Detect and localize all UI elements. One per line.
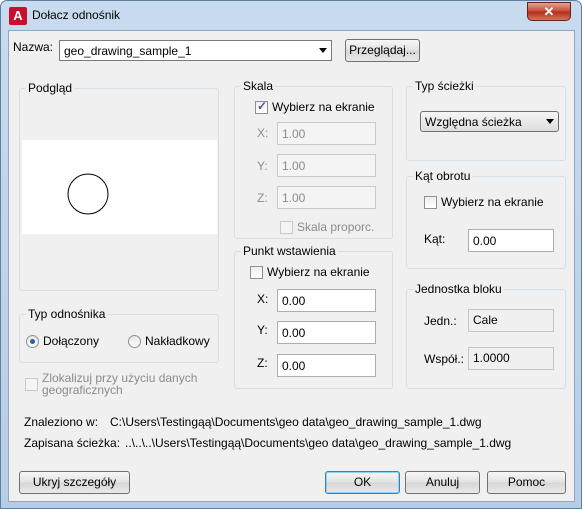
checkmark-icon: ✓ — [257, 99, 268, 113]
autocad-app-icon: A — [9, 7, 27, 25]
title-bar[interactable]: A Dołacz odnośnik ✕ — [1, 1, 581, 30]
window-title: Dołacz odnośnik — [32, 8, 121, 22]
name-dropdown-value: geo_drawing_sample_1 — [64, 44, 192, 58]
chevron-down-icon — [319, 48, 327, 53]
saved-path-label: Zapisana ścieżka: — [24, 436, 121, 450]
overlay-radio[interactable] — [128, 335, 141, 348]
insertion-y-value: 0.00 — [282, 326, 306, 340]
scale-z-label: Z: — [257, 191, 268, 205]
hide-details-button[interactable]: Ukryj szczegóły — [19, 471, 130, 494]
unit-value-box: Cale — [468, 309, 554, 332]
unit-label: Jedn.: — [424, 314, 457, 328]
attachment-radio[interactable] — [26, 335, 39, 348]
browse-button[interactable]: Przeglądaj... — [345, 39, 420, 62]
path-type-group: Typ ścieżki Względna ścieżka — [406, 79, 566, 161]
path-type-dropdown[interactable]: Względna ścieżka — [420, 111, 559, 132]
insertion-y-label: Y: — [257, 323, 268, 337]
scale-group-title: Skala — [241, 79, 276, 93]
preview-group-title: Podgląd — [26, 81, 75, 95]
chevron-down-icon — [546, 119, 554, 124]
scale-specify-checkbox[interactable]: ✓ — [255, 99, 268, 114]
unit-value: Cale — [473, 313, 498, 327]
preview-group: Podgląd — [19, 81, 219, 291]
angle-field[interactable]: 0.00 — [468, 229, 554, 252]
scale-x-value: 1.00 — [282, 127, 306, 141]
scale-y-label: Y: — [257, 159, 268, 173]
preview-image — [22, 140, 217, 234]
rotation-specify-label[interactable]: Wybierz na ekranie — [441, 195, 544, 209]
name-dropdown[interactable]: geo_drawing_sample_1 — [59, 40, 332, 61]
dialog-window: A Dołacz odnośnik ✕ Nazwa: geo_drawing_s… — [0, 0, 582, 509]
uniform-scale-checkbox[interactable] — [280, 221, 293, 234]
factor-value: 1.0000 — [473, 351, 510, 365]
scale-group: Skala ✓ Wybierz na ekranie X: 1.00 Y: 1.… — [234, 79, 393, 239]
overlay-radio-label[interactable]: Nakładkowy — [145, 334, 210, 348]
rotation-group: Kąt obrotu Wybierz na ekranie Kąt: 0.00 — [406, 169, 566, 269]
block-unit-title: Jednostka bloku — [413, 282, 504, 296]
angle-value: 0.00 — [473, 234, 497, 248]
rotation-specify-checkbox[interactable] — [424, 196, 437, 209]
insertion-x-field[interactable]: 0.00 — [277, 289, 376, 312]
locate-geo-label-line2: geograficznych — [42, 383, 123, 397]
scale-z-value: 1.00 — [282, 191, 306, 205]
name-label: Nazwa: — [13, 40, 54, 54]
found-in-value: C:\Users\Testingąą\Documents\geo data\ge… — [110, 415, 482, 429]
insertion-point-title: Punkt wstawienia — [241, 244, 338, 258]
scale-y-field[interactable]: 1.00 — [277, 154, 376, 177]
insertion-z-value: 0.00 — [282, 359, 306, 373]
scale-x-field[interactable]: 1.00 — [277, 122, 376, 145]
help-button[interactable]: Pomoc — [487, 471, 566, 494]
rotation-title: Kąt obrotu — [413, 169, 473, 183]
found-in-label: Znaleziono w: — [24, 415, 99, 429]
uniform-scale-label: Skala proporc. — [297, 220, 375, 234]
insertion-specify-label[interactable]: Wybierz na ekranie — [267, 265, 370, 279]
path-type-value: Względna ścieżka — [425, 115, 522, 129]
factor-value-box: 1.0000 — [468, 347, 554, 370]
dialog-client-area: Nazwa: geo_drawing_sample_1 Przeglądaj..… — [8, 30, 575, 502]
insertion-z-field[interactable]: 0.00 — [277, 354, 376, 377]
reference-type-title: Typ odnośnika — [26, 307, 108, 321]
ok-button[interactable]: OK — [325, 471, 400, 494]
saved-path-value: ..\..\..\Users\Testingąą\Documents\geo d… — [125, 436, 512, 450]
insertion-point-group: Punkt wstawienia Wybierz na ekranie X: 0… — [234, 244, 393, 389]
factor-label: Współ.: — [424, 352, 465, 366]
scale-x-label: X: — [257, 126, 269, 140]
block-unit-group: Jednostka bloku Jedn.: Cale Współ.: 1.00… — [406, 282, 566, 389]
radio-selected-dot — [30, 339, 35, 344]
insertion-specify-checkbox[interactable] — [250, 266, 263, 279]
insertion-y-field[interactable]: 0.00 — [277, 321, 376, 344]
insertion-x-label: X: — [257, 292, 269, 306]
angle-label: Kąt: — [424, 232, 446, 246]
insertion-x-value: 0.00 — [282, 294, 306, 308]
insertion-z-label: Z: — [257, 356, 268, 370]
close-button[interactable]: ✕ — [527, 2, 571, 21]
reference-type-group: Typ odnośnika Dołączony Nakładkowy — [19, 307, 219, 363]
scale-y-value: 1.00 — [282, 159, 306, 173]
cancel-button[interactable]: Anuluj — [405, 471, 480, 494]
locate-geo-checkbox[interactable] — [25, 378, 38, 391]
attachment-radio-label[interactable]: Dołączony — [43, 334, 99, 348]
scale-z-field[interactable]: 1.00 — [277, 186, 376, 209]
path-type-title: Typ ścieżki — [413, 79, 476, 93]
scale-specify-label[interactable]: Wybierz na ekranie — [272, 100, 375, 114]
circle-preview-icon — [67, 173, 109, 215]
